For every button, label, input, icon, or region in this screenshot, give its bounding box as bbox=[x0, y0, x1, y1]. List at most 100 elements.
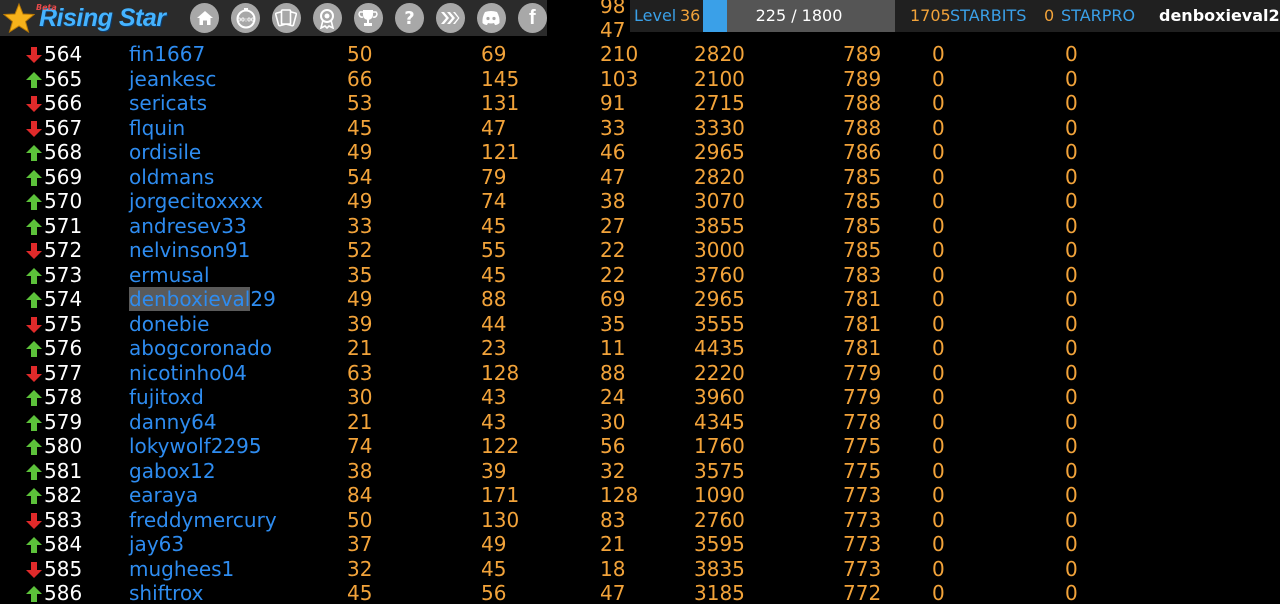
stat-cell: 3070 bbox=[694, 189, 745, 213]
table-row: 572 nelvinson91 52 55 22 3000 785 0 0 bbox=[0, 238, 1280, 263]
player-name-link[interactable]: nicotinho04 bbox=[129, 361, 247, 386]
player-name-link[interactable]: danny64 bbox=[129, 410, 217, 435]
stat-cell: 783 bbox=[843, 262, 882, 287]
stat-cell: 79 bbox=[481, 164, 507, 189]
rising-star-logo[interactable]: Beta Rising Star bbox=[0, 0, 178, 36]
stat-cell: 53 bbox=[347, 91, 373, 115]
trophy-icon bbox=[358, 10, 379, 26]
stat-cell: 47 bbox=[600, 581, 626, 604]
facebook-icon: f bbox=[529, 6, 536, 29]
player-name-link[interactable]: mughees1 bbox=[129, 557, 234, 582]
stat-cell: 788 bbox=[843, 91, 882, 115]
cards-button[interactable] bbox=[271, 3, 302, 33]
stat-cell: 66 bbox=[347, 66, 373, 91]
player-name-link[interactable]: abogcoronado bbox=[129, 336, 272, 361]
stat-cell: 0 bbox=[1065, 66, 1078, 91]
table-row: 581 gabox12 38 39 32 3575 775 0 0 bbox=[0, 459, 1280, 484]
player-name-link[interactable]: shiftrox bbox=[129, 581, 203, 604]
app-title: Rising Star bbox=[39, 3, 166, 32]
rank-cell: 569 bbox=[44, 164, 83, 189]
facebook-button[interactable]: f bbox=[517, 3, 547, 33]
table-row: 575 donebie 39 44 35 3555 781 0 0 bbox=[0, 312, 1280, 337]
stat-cell: 63 bbox=[347, 360, 373, 385]
stat-cell: 35 bbox=[347, 262, 373, 287]
stat-cell: 0 bbox=[932, 434, 945, 458]
stat-cell: 0 bbox=[932, 311, 945, 336]
rank-up-arrow-icon bbox=[24, 459, 44, 484]
stat-cell: 781 bbox=[843, 287, 882, 311]
stat-cell: 2760 bbox=[694, 507, 745, 532]
home-button[interactable] bbox=[189, 3, 220, 33]
rank-down-arrow-icon bbox=[24, 508, 44, 533]
player-name-link[interactable]: fujitoxd bbox=[129, 385, 204, 410]
stat-cell: 54 bbox=[347, 164, 373, 189]
stat-cell: 21 bbox=[347, 336, 373, 360]
stat-cell: 0 bbox=[932, 507, 945, 532]
player-name-link[interactable]: oldmans bbox=[129, 165, 214, 190]
player-name-link[interactable]: gabox12 bbox=[129, 459, 216, 484]
rank-cell: 565 bbox=[44, 66, 83, 91]
top-nav: Beta Rising Star 00:00 ? f bbox=[0, 0, 547, 36]
player-name-link[interactable]: lokywolf2295 bbox=[129, 434, 262, 459]
stat-cell: 0 bbox=[932, 458, 945, 483]
hive-button[interactable] bbox=[435, 3, 466, 33]
stat-cell: 2715 bbox=[694, 91, 745, 115]
player-name-link[interactable]: jay63 bbox=[129, 532, 184, 557]
stat-cell: 773 bbox=[843, 532, 882, 556]
rank-down-arrow-icon bbox=[24, 116, 44, 141]
player-name-link[interactable]: sericats bbox=[129, 91, 207, 116]
missions-button[interactable]: 00:00 bbox=[230, 3, 261, 33]
stat-cell: 43 bbox=[481, 409, 507, 434]
stat-cell: 2100 bbox=[694, 66, 745, 91]
stat-cell: 786 bbox=[843, 140, 882, 164]
player-name-link[interactable]: jeankesc bbox=[129, 67, 216, 92]
stat-cell: 39 bbox=[347, 311, 373, 336]
rank-cell: 570 bbox=[44, 189, 83, 213]
player-name-link[interactable]: denboxieval29 bbox=[129, 287, 276, 312]
hidden-row-value: 47 bbox=[600, 18, 626, 42]
player-name-link[interactable]: flquin bbox=[129, 116, 185, 141]
stat-cell: 0 bbox=[932, 91, 945, 115]
leaderboard-button[interactable] bbox=[353, 3, 384, 33]
player-name-link[interactable]: donebie bbox=[129, 312, 209, 337]
stat-cell: 131 bbox=[481, 91, 520, 115]
stat-cell: 33 bbox=[347, 213, 373, 238]
player-name-link[interactable]: nelvinson91 bbox=[129, 238, 250, 263]
player-name-link[interactable]: ordisile bbox=[129, 140, 201, 165]
table-row: 567 flquin 45 47 33 3330 788 0 0 bbox=[0, 116, 1280, 141]
stat-cell: 91 bbox=[600, 91, 626, 115]
player-name-link[interactable]: earaya bbox=[129, 483, 198, 508]
stat-cell: 27 bbox=[600, 213, 626, 238]
table-row: 570 jorgecitoxxxx 49 74 38 3070 785 0 0 bbox=[0, 189, 1280, 214]
stat-cell: 21 bbox=[600, 532, 626, 556]
player-name-link[interactable]: ermusal bbox=[129, 263, 210, 288]
stat-cell: 130 bbox=[481, 507, 520, 532]
player-name-link[interactable]: fin1667 bbox=[129, 42, 205, 67]
player-name-link[interactable]: freddymercury bbox=[129, 508, 277, 533]
player-name-link[interactable]: andresev33 bbox=[129, 214, 247, 239]
stat-cell: 2965 bbox=[694, 140, 745, 164]
username[interactable]: denboxieval29 bbox=[1159, 0, 1280, 32]
stat-cell: 18 bbox=[600, 556, 626, 581]
discord-button[interactable] bbox=[476, 3, 506, 33]
player-name-link[interactable]: jorgecitoxxxx bbox=[129, 189, 263, 214]
rank-cell: 572 bbox=[44, 238, 83, 262]
stat-cell: 0 bbox=[1065, 213, 1078, 238]
stat-cell: 49 bbox=[347, 140, 373, 164]
stat-cell: 0 bbox=[1065, 507, 1078, 532]
achievements-button[interactable] bbox=[312, 3, 343, 33]
stat-cell: 128 bbox=[600, 483, 639, 507]
rank-cell: 585 bbox=[44, 556, 83, 581]
home-icon bbox=[196, 11, 213, 25]
starbits-label: STARBITS bbox=[950, 6, 1027, 25]
stat-cell: 0 bbox=[1065, 164, 1078, 189]
stat-cell: 789 bbox=[843, 66, 882, 91]
stat-cell: 0 bbox=[932, 532, 945, 556]
rank-up-arrow-icon bbox=[24, 336, 44, 361]
stat-cell: 3855 bbox=[694, 213, 745, 238]
help-button[interactable]: ? bbox=[394, 3, 425, 33]
stat-cell: 128 bbox=[481, 360, 520, 385]
table-row: 571 andresev33 33 45 27 3855 785 0 0 bbox=[0, 214, 1280, 239]
stat-cell: 210 bbox=[600, 42, 639, 66]
stat-cell: 49 bbox=[481, 532, 507, 556]
